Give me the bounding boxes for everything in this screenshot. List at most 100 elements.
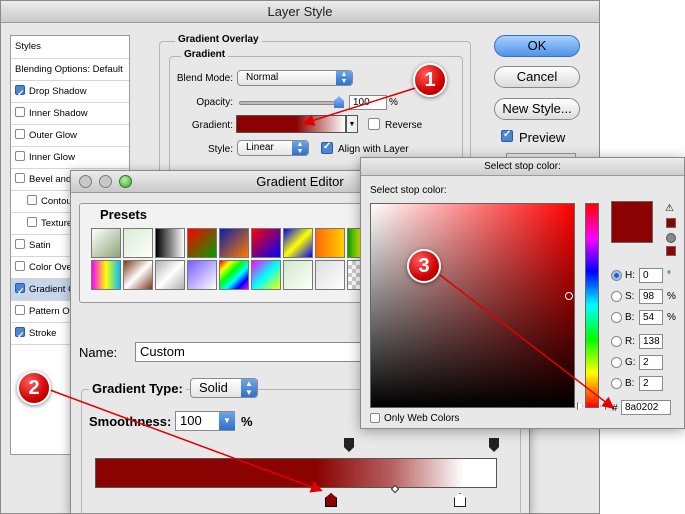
style-checkbox[interactable] xyxy=(15,83,25,102)
preset-swatch[interactable] xyxy=(123,260,153,290)
style-checkbox[interactable] xyxy=(15,129,25,139)
color-value-input[interactable]: 54 xyxy=(639,310,663,325)
presets-panel: Presets xyxy=(79,203,377,303)
smoothness-dropdown-icon[interactable]: ▼ xyxy=(219,412,235,430)
styles-list-item[interactable]: Outer Glow xyxy=(11,125,129,147)
color-value-input[interactable]: 0 xyxy=(639,268,663,283)
zoom-icon[interactable] xyxy=(119,175,132,188)
hue-slider-handle-icon[interactable] xyxy=(577,402,583,410)
style-label: Style: xyxy=(207,144,233,155)
preset-swatch[interactable] xyxy=(315,260,345,290)
style-popup[interactable]: Linear ▲ ▼ xyxy=(237,140,309,156)
hue-slider-handle-icon[interactable] xyxy=(600,402,606,410)
preset-swatch[interactable] xyxy=(155,228,185,258)
ok-button[interactable]: OK xyxy=(494,35,580,57)
web-safe-icon[interactable] xyxy=(666,233,676,243)
style-checkbox[interactable] xyxy=(15,173,25,183)
color-mode-radio[interactable] xyxy=(611,270,622,281)
only-web-colors-checkbox[interactable] xyxy=(370,413,380,423)
style-checkbox[interactable] xyxy=(15,151,25,161)
color-mode-radio[interactable] xyxy=(611,291,622,302)
smoothness-label: Smoothness: xyxy=(89,414,172,429)
color-mode-radio[interactable] xyxy=(611,378,622,389)
hex-input[interactable]: 8a0202 xyxy=(621,400,671,415)
presets-label: Presets xyxy=(98,207,149,222)
style-checkbox[interactable] xyxy=(15,325,25,344)
color-value-input[interactable]: 138 xyxy=(639,334,663,349)
preset-swatch[interactable] xyxy=(187,260,217,290)
preset-swatch[interactable] xyxy=(315,228,345,258)
gamut-warning-icon[interactable]: ⚠ xyxy=(665,203,674,214)
gradient-dropdown-icon[interactable]: ▼ xyxy=(346,115,358,133)
new-style-button[interactable]: New Style... xyxy=(494,98,580,120)
color-value-input[interactable]: 2 xyxy=(639,355,663,370)
gradient-type-popup[interactable]: Solid ▲ ▼ xyxy=(190,378,258,398)
only-web-colors-label: Only Web Colors xyxy=(384,413,460,424)
color-field-label: R: xyxy=(625,336,635,347)
blend-mode-label: Blend Mode: xyxy=(176,73,233,84)
stop-color-titlebar: Select stop color: xyxy=(361,158,684,176)
blend-mode-popup[interactable]: Normal ▲ ▼ xyxy=(237,70,353,86)
opacity-input[interactable]: 100 xyxy=(349,95,387,110)
close-icon[interactable] xyxy=(79,175,92,188)
reverse-checkbox[interactable] xyxy=(368,118,380,130)
preset-swatch[interactable] xyxy=(155,260,185,290)
color-value-input[interactable]: 98 xyxy=(639,289,663,304)
color-field-label: G: xyxy=(625,357,636,368)
preset-swatches xyxy=(91,228,377,290)
style-checkbox[interactable] xyxy=(15,305,25,315)
style-checkbox[interactable] xyxy=(27,195,37,205)
color-mode-radio[interactable] xyxy=(611,357,622,368)
select-stop-color-window: Select stop color: Select stop color: ⚠ … xyxy=(360,157,685,429)
style-checkbox[interactable] xyxy=(15,107,25,117)
minimize-icon[interactable] xyxy=(99,175,112,188)
styles-list-item[interactable]: Drop Shadow xyxy=(11,81,129,103)
preset-swatch[interactable] xyxy=(251,260,281,290)
gamut-color-swatch[interactable] xyxy=(666,218,676,228)
preset-swatch[interactable] xyxy=(91,228,121,258)
preset-swatch[interactable] xyxy=(283,228,313,258)
color-picker-ring-icon xyxy=(565,292,573,300)
style-checkbox[interactable] xyxy=(15,261,25,271)
color-value-unit: % xyxy=(667,291,676,302)
color-value-unit: % xyxy=(667,312,676,323)
preset-swatch[interactable] xyxy=(187,228,217,258)
opacity-label: Opacity: xyxy=(196,97,233,108)
cancel-button[interactable]: Cancel xyxy=(494,66,580,88)
color-value-input[interactable]: 2 xyxy=(639,376,663,391)
opacity-unit: % xyxy=(389,97,398,108)
preset-swatch[interactable] xyxy=(251,228,281,258)
styles-list-item-label: Texture xyxy=(41,218,73,229)
hue-slider[interactable] xyxy=(585,203,599,408)
annotation-badge-3: 3 xyxy=(407,249,441,283)
color-field[interactable] xyxy=(370,203,575,408)
align-with-layer-checkbox[interactable] xyxy=(321,141,333,154)
name-input[interactable]: Custom xyxy=(135,342,365,362)
style-checkbox[interactable] xyxy=(27,217,37,227)
styles-list-item-label: Inner Shadow xyxy=(29,108,88,119)
styles-list-item[interactable]: Blending Options: Default xyxy=(11,59,129,81)
preset-swatch[interactable] xyxy=(219,228,249,258)
reverse-label: Reverse xyxy=(385,120,423,131)
preset-swatch[interactable] xyxy=(123,228,153,258)
annotation-badge-2: 2 xyxy=(17,371,51,405)
stop-color-heading: Select stop color: xyxy=(370,185,447,196)
gradient-preview-bar[interactable] xyxy=(95,458,497,488)
opacity-slider[interactable] xyxy=(239,101,343,105)
preview-checkbox[interactable] xyxy=(501,129,513,142)
color-mode-radio[interactable] xyxy=(611,336,622,347)
gradient-swatch[interactable] xyxy=(236,115,346,133)
styles-list-item[interactable]: Inner Glow xyxy=(11,147,129,169)
gradient-type-label: Gradient Type: xyxy=(89,381,186,396)
style-checkbox[interactable] xyxy=(15,281,25,300)
styles-list-item[interactable]: Styles xyxy=(11,36,129,59)
new-color-swatch xyxy=(611,201,653,243)
style-checkbox[interactable] xyxy=(15,239,25,249)
color-mode-radio[interactable] xyxy=(611,312,622,323)
web-safe-color-swatch[interactable] xyxy=(666,246,676,256)
preset-swatch[interactable] xyxy=(283,260,313,290)
preset-swatch[interactable] xyxy=(91,260,121,290)
gradient-subgroup-title: Gradient xyxy=(181,49,229,60)
preset-swatch[interactable] xyxy=(219,260,249,290)
styles-list-item[interactable]: Inner Shadow xyxy=(11,103,129,125)
